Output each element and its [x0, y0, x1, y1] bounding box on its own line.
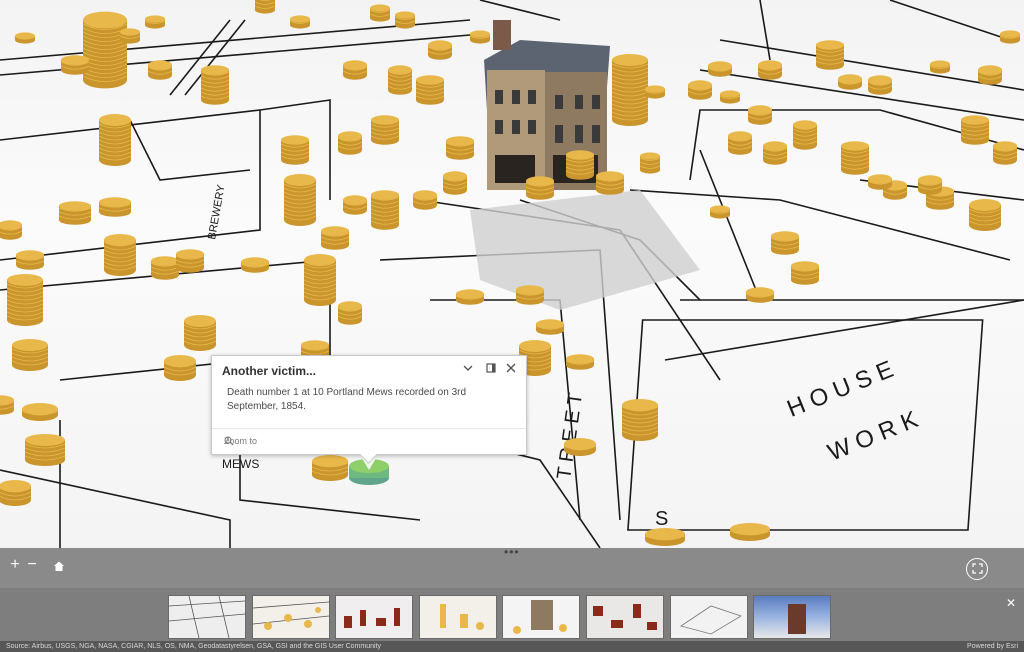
close-gallery-button[interactable]: ✕: [1006, 596, 1016, 610]
slide-thumbnail-4[interactable]: [419, 595, 497, 639]
slide-thumbnail-image: [788, 604, 806, 634]
attribution-bar: Source: Airbus, USGS, NGA, NASA, CGIAR, …: [0, 641, 1024, 652]
coin-stack: [841, 141, 869, 151]
dock-icon: [486, 363, 496, 373]
coin-stack: [969, 199, 1001, 211]
dock-button[interactable]: [485, 362, 499, 376]
coin-stack: [304, 254, 336, 266]
coin-stack: [720, 90, 740, 98]
coin-stack: [519, 340, 551, 352]
home-button[interactable]: [52, 559, 66, 573]
coin-stack: [145, 15, 165, 23]
slide-thumbnail-2[interactable]: [252, 595, 330, 639]
zoom-out-button[interactable]: −: [25, 557, 39, 573]
zoom-to-button[interactable]: Zoom to: [224, 436, 257, 446]
coin-stack: [612, 54, 648, 66]
slide-thumbnail-8[interactable]: [753, 595, 831, 639]
map-surface: W O R K H O U S E BREWERY MEWS T R E E T…: [0, 0, 1024, 548]
label-work: W O R K: [824, 406, 922, 466]
coin-stack: [281, 135, 309, 145]
label-brewery: BREWERY: [206, 183, 228, 240]
chevron-down-icon: [463, 365, 473, 371]
coin-stack: [184, 315, 216, 327]
coin-stack: [15, 32, 35, 40]
coin-stack: [566, 150, 594, 160]
close-icon: [506, 363, 516, 373]
coin-stack: [793, 120, 817, 130]
close-popup-button[interactable]: [505, 362, 519, 376]
coin-stack: [416, 75, 444, 85]
home-icon: [54, 561, 64, 571]
label-s: S: [655, 508, 668, 530]
popup-body: Death number 1 at 10 Portland Mews recor…: [227, 387, 467, 412]
label-mews: MEWS: [222, 457, 259, 471]
coin-stack: [1000, 30, 1020, 38]
slide-thumbnail-5[interactable]: [502, 595, 580, 639]
slide-thumbnail-image: [344, 608, 400, 628]
fullscreen-button[interactable]: [966, 558, 988, 580]
coin-stack: [640, 152, 660, 160]
collapse-button[interactable]: [462, 362, 476, 376]
slide-thumbnail-image: [253, 601, 329, 630]
label-street: T R E E T: [553, 391, 587, 480]
coin-stack: [371, 115, 399, 125]
coin-stack: [645, 85, 665, 93]
slide-thumbnail-6[interactable]: [586, 595, 664, 639]
slide-thumbnail-7[interactable]: [670, 595, 748, 639]
slide-thumbnail-3[interactable]: [335, 595, 413, 639]
slide-thumbnail-image: [680, 605, 742, 635]
powered-by: Powered by Esri: [967, 643, 1018, 650]
popup: Another victim... Death number 1 at 10 P…: [211, 355, 527, 464]
coin-stack: [395, 11, 415, 19]
slide-thumbnail-image: [440, 604, 484, 630]
coin-stack: [470, 30, 490, 38]
coin-stack: [99, 114, 131, 126]
coin-stack: [710, 205, 730, 213]
slide-thumbnail-image: [513, 600, 567, 634]
coin-stack: [930, 60, 950, 68]
coin-stack: [25, 434, 65, 446]
zoom-in-icon: [224, 436, 234, 446]
attribution-source: Source: Airbus, USGS, NGA, NASA, CGIAR, …: [6, 643, 382, 650]
popup-title: Another victim...: [222, 364, 317, 378]
coin-stack: [290, 15, 310, 23]
coin-stack: [961, 115, 989, 125]
slide-thumbnail-1[interactable]: [168, 595, 246, 639]
map-toolbar: ••• + −: [0, 545, 1024, 588]
coin-stack: [7, 274, 43, 286]
resize-handle[interactable]: •••: [504, 545, 520, 559]
coin-stack: [370, 4, 390, 12]
slide-thumbnail-image: [593, 604, 657, 630]
coin-stack: [816, 40, 844, 50]
coin-stack: [284, 174, 316, 186]
label-house: H O U S E: [783, 356, 897, 423]
coin-stack: [12, 339, 48, 351]
coin-stack: [83, 11, 127, 29]
coin-stack: [388, 65, 412, 75]
popup-divider: [212, 428, 526, 429]
map-scene[interactable]: W O R K H O U S E BREWERY MEWS T R E E T…: [0, 0, 1024, 548]
slide-thumbnail-image: [169, 596, 245, 638]
fullscreen-icon: [971, 563, 983, 574]
zoom-in-button[interactable]: +: [8, 557, 22, 573]
coin-stack: [120, 28, 140, 36]
